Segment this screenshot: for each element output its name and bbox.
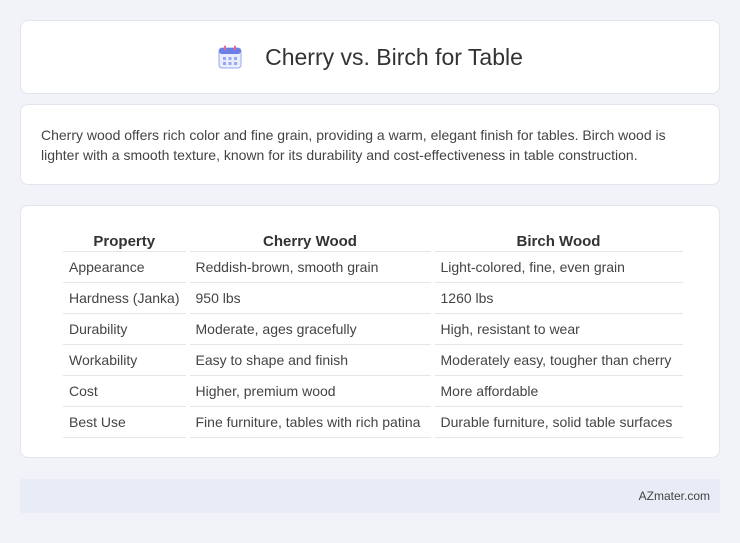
table-cell-cherry: Moderate, ages gracefully — [189, 314, 431, 345]
column-header-birch: Birch Wood — [434, 226, 683, 252]
table-cell-cherry: Fine furniture, tables with rich patina — [189, 407, 431, 438]
table-cell-birch: Light-colored, fine, even grain — [434, 252, 683, 283]
table-cell-cherry: Reddish-brown, smooth grain — [189, 252, 431, 283]
table-row: Durability Moderate, ages gracefully Hig… — [63, 314, 683, 345]
calendar-icon — [217, 44, 243, 70]
table-cell-property: Best Use — [63, 407, 186, 438]
table-cell-birch: 1260 lbs — [434, 283, 683, 314]
table-cell-cherry: Higher, premium wood — [189, 376, 431, 407]
comparison-table-card: Property Cherry Wood Birch Wood Appearan… — [20, 205, 720, 458]
table-row: Best Use Fine furniture, tables with ric… — [63, 407, 683, 438]
table-cell-property: Workability — [63, 345, 186, 376]
table-cell-property: Cost — [63, 376, 186, 407]
table-cell-birch: High, resistant to wear — [434, 314, 683, 345]
table-cell-property: Durability — [63, 314, 186, 345]
title-card: Cherry vs. Birch for Table — [20, 20, 720, 94]
table-cell-cherry: 950 lbs — [189, 283, 431, 314]
table-cell-property: Appearance — [63, 252, 186, 283]
table-row: Workability Easy to shape and finish Mod… — [63, 345, 683, 376]
table-cell-birch: Durable furniture, solid table surfaces — [434, 407, 683, 438]
table-row: Hardness (Janka) 950 lbs 1260 lbs — [63, 283, 683, 314]
table-cell-property: Hardness (Janka) — [63, 283, 186, 314]
table-header-row: Property Cherry Wood Birch Wood — [63, 226, 683, 252]
table-cell-birch: More affordable — [434, 376, 683, 407]
table-cell-birch: Moderately easy, tougher than cherry — [434, 345, 683, 376]
table-row: Cost Higher, premium wood More affordabl… — [63, 376, 683, 407]
comparison-table: Property Cherry Wood Birch Wood Appearan… — [59, 226, 687, 438]
footer-brand-link[interactable]: AZmater.com — [639, 489, 710, 503]
column-header-property: Property — [63, 226, 186, 252]
table-row: Appearance Reddish-brown, smooth grain L… — [63, 252, 683, 283]
summary-card: Cherry wood offers rich color and fine g… — [20, 104, 720, 185]
column-header-cherry: Cherry Wood — [189, 226, 431, 252]
summary-text: Cherry wood offers rich color and fine g… — [41, 127, 666, 163]
table-cell-cherry: Easy to shape and finish — [189, 345, 431, 376]
page-title: Cherry vs. Birch for Table — [265, 43, 523, 70]
footer-bar: AZmater.com — [20, 479, 720, 513]
